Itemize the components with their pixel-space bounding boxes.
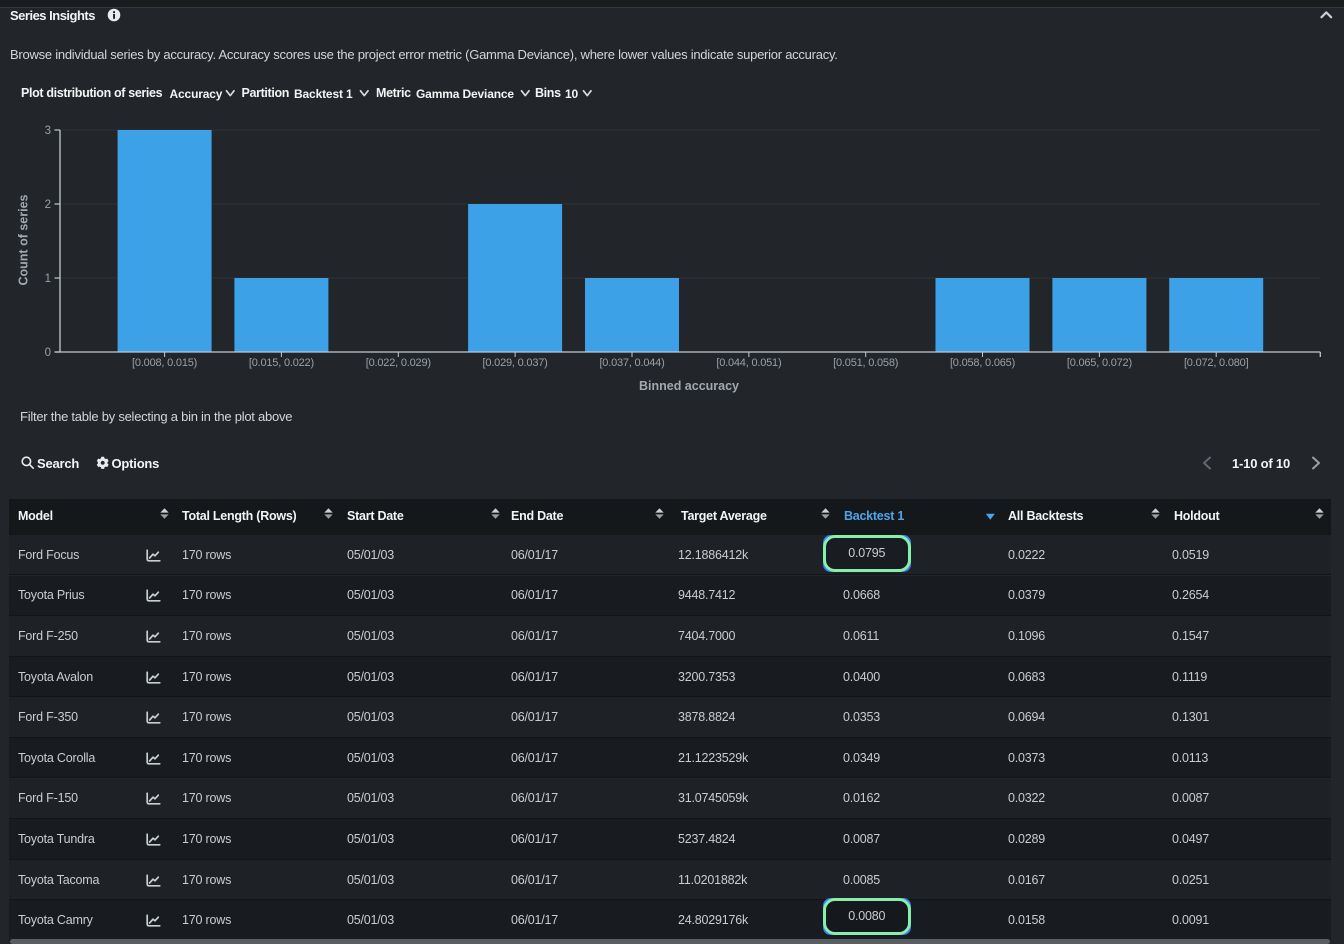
svg-text:[0.058, 0.065): [0.058, 0.065) — [950, 357, 1015, 369]
svg-text:1: 1 — [45, 273, 51, 285]
svg-text:[0.022, 0.029): [0.022, 0.029) — [366, 357, 431, 369]
svg-text:0: 0 — [45, 347, 51, 359]
svg-text:[0.065, 0.072): [0.065, 0.072) — [1067, 357, 1132, 369]
svg-text:Count of series: Count of series — [17, 194, 31, 285]
svg-text:[0.051, 0.058): [0.051, 0.058) — [833, 357, 898, 369]
svg-text:[0.072, 0.080]: [0.072, 0.080] — [1184, 357, 1249, 369]
svg-text:[0.008, 0.015): [0.008, 0.015) — [132, 357, 197, 369]
svg-text:[0.015, 0.022): [0.015, 0.022) — [249, 357, 314, 369]
svg-text:Binned accuracy: Binned accuracy — [639, 379, 739, 393]
svg-text:3: 3 — [45, 125, 51, 137]
svg-text:2: 2 — [45, 199, 51, 211]
svg-text:[0.037, 0.044): [0.037, 0.044) — [599, 357, 664, 369]
svg-text:[0.029, 0.037): [0.029, 0.037) — [483, 357, 548, 369]
svg-text:[0.044, 0.051): [0.044, 0.051) — [716, 357, 781, 369]
